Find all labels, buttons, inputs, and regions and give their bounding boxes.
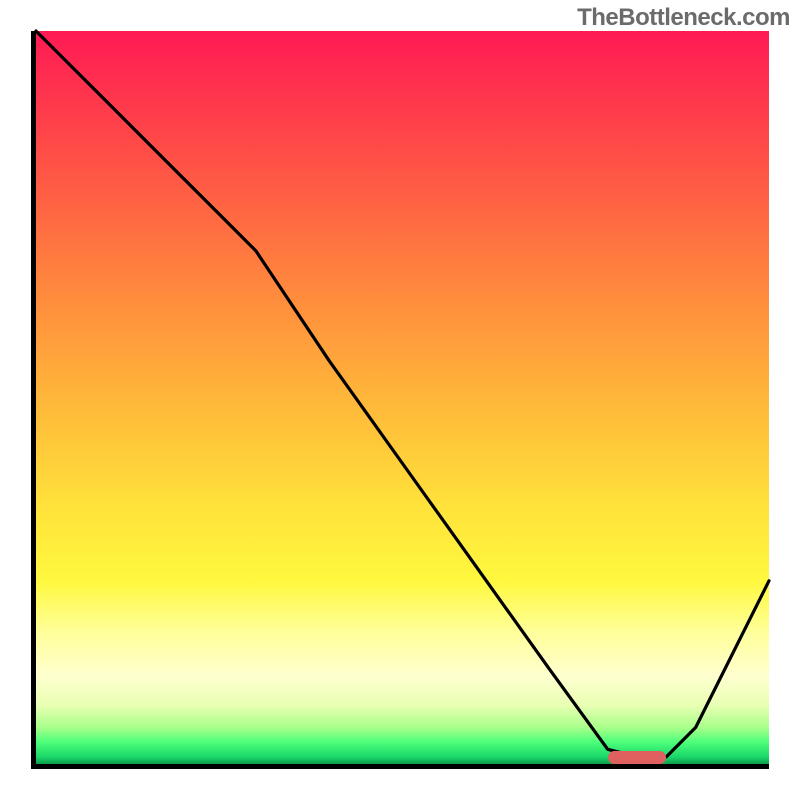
line-plot [36, 31, 769, 764]
optimal-range-marker [608, 751, 667, 764]
bottleneck-curve-path [36, 31, 769, 757]
chart-canvas: TheBottleneck.com [0, 0, 800, 800]
watermark-text: TheBottleneck.com [577, 4, 790, 32]
